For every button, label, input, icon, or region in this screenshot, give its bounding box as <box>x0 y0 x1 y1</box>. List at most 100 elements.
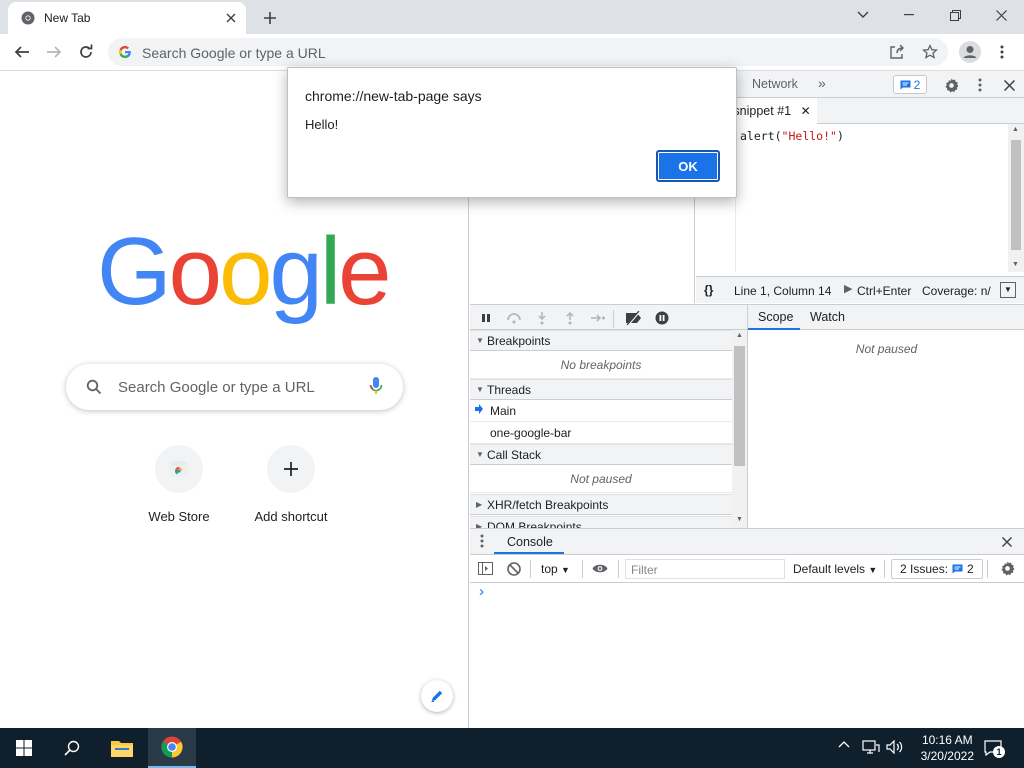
windows-start-icon[interactable] <box>0 728 48 768</box>
new-tab-button[interactable] <box>257 5 283 31</box>
tab-console[interactable]: Console <box>507 535 553 549</box>
console-sidebar-icon[interactable] <box>478 562 493 575</box>
more-tabs-icon[interactable]: » <box>818 75 826 91</box>
tab-network[interactable]: Network <box>752 77 798 91</box>
microphone-icon[interactable] <box>369 376 383 396</box>
settings-gear-icon[interactable] <box>940 74 962 96</box>
alert-title: chrome://new-tab-page says <box>305 88 482 104</box>
run-snippet-icon[interactable]: ▶ <box>844 282 852 295</box>
file-explorer-icon[interactable] <box>98 728 146 768</box>
pause-icon[interactable] <box>476 308 496 328</box>
ntp-search-box[interactable]: Search Google or type a URL <box>66 364 403 410</box>
issues-count: 2 <box>913 77 921 92</box>
network-icon[interactable] <box>862 739 880 755</box>
close-devtools-icon[interactable] <box>998 74 1020 96</box>
editor-status-bar: {} Line 1, Column 14 ▶ Ctrl+Enter Covera… <box>696 276 1024 303</box>
levels-label: Default levels <box>793 562 866 576</box>
minimize-icon[interactable] <box>886 0 932 30</box>
code-line[interactable]: alert("Hello!") <box>740 129 844 143</box>
deactivate-breakpoints-icon[interactable] <box>624 308 644 328</box>
run-shortcut[interactable]: Ctrl+Enter <box>857 284 911 298</box>
log-levels-dropdown[interactable]: Default levels ▼ <box>793 562 877 576</box>
close-drawer-icon[interactable] <box>1002 537 1012 547</box>
call-stack-not-paused: Not paused <box>470 465 732 493</box>
forward-icon[interactable] <box>40 38 68 66</box>
coverage-status: Coverage: n/ <box>922 284 991 298</box>
message-icon <box>900 80 911 90</box>
taskbar-chrome-icon[interactable] <box>148 728 196 768</box>
clock-time: 10:16 AM <box>921 733 973 747</box>
console-settings-gear-icon[interactable] <box>1000 561 1015 576</box>
section-call-stack[interactable]: ▼ Call Stack <box>470 444 732 465</box>
chrome-icon <box>21 11 35 25</box>
google-logo-letter: l <box>319 218 341 325</box>
eye-icon[interactable] <box>592 563 608 574</box>
browser-toolbar: Search Google or type a URL <box>0 34 1024 71</box>
tab-new-tab[interactable]: New Tab <box>8 2 246 34</box>
toggle-sidebar-icon[interactable]: ▼ <box>1000 282 1016 298</box>
console-filter-input[interactable]: Filter <box>625 559 785 579</box>
volume-icon[interactable] <box>886 740 904 754</box>
issues-counter[interactable]: 2 <box>893 75 927 94</box>
bookmark-star-icon[interactable] <box>922 44 938 60</box>
shortcut-web-store[interactable]: Web Store <box>123 443 235 533</box>
scroll-down-icon[interactable]: ▼ <box>1012 261 1019 268</box>
context-label: top <box>541 562 558 576</box>
pause-on-exceptions-icon[interactable] <box>652 308 672 328</box>
thread-item-one-google-bar[interactable]: one-google-bar <box>470 422 732 444</box>
reload-icon[interactable] <box>72 38 100 66</box>
tab-search-icon[interactable] <box>840 0 886 30</box>
profile-avatar-icon[interactable] <box>956 38 984 66</box>
step-out-icon[interactable] <box>560 308 580 328</box>
issues-label: 2 Issues: <box>900 562 949 576</box>
step-into-icon[interactable] <box>532 308 552 328</box>
notification-badge: 1 <box>993 746 1005 758</box>
google-logo: Google <box>97 224 392 320</box>
google-logo-letter: e <box>338 218 391 325</box>
tab-watch[interactable]: Watch <box>810 310 845 324</box>
console-issues-button[interactable]: 2 Issues: 2 <box>891 559 983 579</box>
section-breakpoints[interactable]: ▼ Breakpoints <box>470 330 732 351</box>
thread-label: Main <box>490 404 517 418</box>
pretty-print-icon[interactable]: {} <box>704 283 713 297</box>
drawer-tab-bar: Console <box>470 528 1024 555</box>
section-threads[interactable]: ▼ Threads <box>470 379 732 400</box>
share-icon[interactable] <box>889 44 905 60</box>
console-prompt[interactable]: › <box>479 583 484 600</box>
step-icon[interactable] <box>588 308 608 328</box>
close-tab-icon[interactable] <box>220 7 242 29</box>
shortcut-label: Web Store <box>148 509 210 524</box>
editor-scrollbar[interactable]: ▲ ▼ <box>1008 124 1024 272</box>
scroll-up-icon[interactable]: ▲ <box>736 332 743 339</box>
ok-button[interactable]: OK <box>656 150 720 182</box>
customize-pencil-icon[interactable] <box>421 680 453 712</box>
context-selector[interactable]: top ▼ <box>541 562 570 576</box>
scroll-thumb[interactable] <box>734 346 745 466</box>
taskbar-search-icon[interactable] <box>48 728 96 768</box>
drawer-menu-icon[interactable] <box>480 534 484 548</box>
section-xhr-breakpoints[interactable]: ▶ XHR/fetch Breakpoints <box>470 494 732 515</box>
thread-item-main[interactable]: Main <box>470 400 732 422</box>
tab-scope[interactable]: Scope <box>758 310 793 324</box>
close-window-icon[interactable] <box>978 0 1024 30</box>
address-bar[interactable]: Search Google or type a URL <box>108 38 948 66</box>
alert-dialog: chrome://new-tab-page says Hello! OK <box>287 67 737 198</box>
clear-console-icon[interactable] <box>507 562 521 576</box>
taskbar-clock[interactable]: 10:16 AM 3/20/2022 <box>921 732 974 764</box>
back-icon[interactable] <box>8 38 36 66</box>
shortcut-add[interactable]: Add shortcut <box>235 443 347 533</box>
step-over-icon[interactable] <box>504 308 524 328</box>
code-call: alert( <box>740 129 782 143</box>
scroll-thumb[interactable] <box>1011 140 1021 250</box>
tray-chevron-up-icon[interactable] <box>838 740 850 748</box>
section-dom-breakpoints[interactable]: ▶ DOM Breakpoints <box>470 516 732 528</box>
scroll-down-icon[interactable]: ▼ <box>736 516 743 523</box>
chrome-menu-icon[interactable] <box>988 38 1016 66</box>
restore-icon[interactable] <box>932 0 978 30</box>
ntp-search-placeholder: Search Google or type a URL <box>118 379 315 396</box>
close-snippet-icon[interactable]: ✕ <box>801 104 811 118</box>
sidebar-scrollbar[interactable]: ▲ ▼ <box>732 330 747 528</box>
notification-center-icon[interactable]: 1 <box>984 740 1005 758</box>
scroll-up-icon[interactable]: ▲ <box>1012 126 1019 133</box>
devtools-menu-icon[interactable] <box>969 74 991 96</box>
